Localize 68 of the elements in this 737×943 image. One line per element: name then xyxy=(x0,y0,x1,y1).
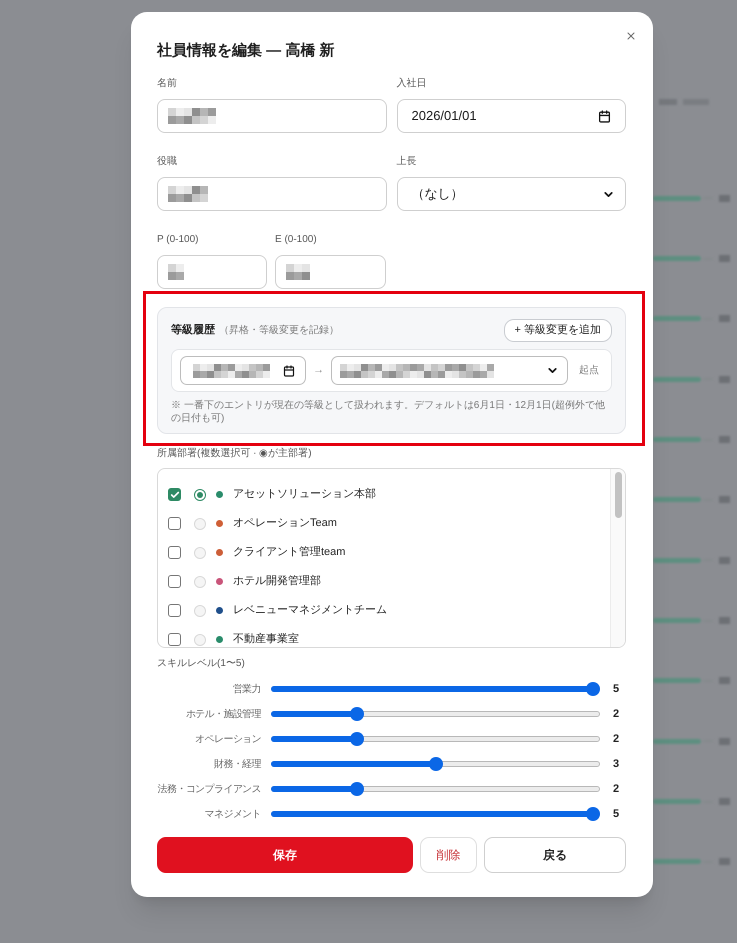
radio-button[interactable] xyxy=(194,488,206,500)
check-icon xyxy=(170,490,180,500)
field-label: 入社日 xyxy=(396,77,428,91)
select-dropdown[interactable] xyxy=(331,356,568,385)
calendar-icon xyxy=(598,110,611,122)
skill-label: 営業力 xyxy=(232,682,261,696)
text-field[interactable] xyxy=(157,255,267,289)
slider-thumb[interactable] xyxy=(350,707,364,721)
skill-slider[interactable] xyxy=(271,757,600,771)
checkbox[interactable] xyxy=(168,488,181,501)
field-label: 役職 xyxy=(157,155,178,169)
text-field[interactable] xyxy=(157,177,386,211)
department-name[interactable]: ホテル開発管理部 xyxy=(233,573,321,590)
field-label: P (0-100) xyxy=(157,233,200,247)
department-name[interactable]: クライアント管理team xyxy=(233,544,346,561)
arrow-separator: → xyxy=(313,363,324,378)
slider-thumb[interactable] xyxy=(350,732,364,746)
slider-thumb[interactable] xyxy=(586,682,600,696)
checkbox[interactable] xyxy=(168,546,181,559)
section-title: 等級履歴 xyxy=(171,322,215,338)
skill-value: 2 xyxy=(612,732,620,747)
text-field[interactable] xyxy=(275,255,386,289)
save-button[interactable]: 保存 xyxy=(157,837,413,873)
skill-label: ホテル・施設管理 xyxy=(184,708,261,722)
field-label: E (0-100) xyxy=(275,233,318,247)
checkbox[interactable] xyxy=(168,604,181,617)
select-dropdown[interactable]: （なし） xyxy=(396,177,626,211)
dialog-title: 社員情報を編集 — 高橋 新 xyxy=(157,42,336,60)
date-field[interactable] xyxy=(180,356,306,385)
slider-thumb[interactable] xyxy=(586,807,600,821)
skill-slider[interactable] xyxy=(271,707,600,721)
skill-slider[interactable] xyxy=(271,732,600,746)
skill-slider[interactable] xyxy=(271,807,600,821)
skill-value: 2 xyxy=(612,706,620,722)
skill-value: 5 xyxy=(612,682,620,697)
skill-label: 法務・コンプライアンス xyxy=(157,782,261,796)
calendar-icon xyxy=(283,364,295,376)
date-field[interactable]: 2026/01/01 xyxy=(396,99,626,133)
section-label: スキルレベル(1〜5) xyxy=(157,657,246,671)
department-name[interactable]: オペレーションTeam xyxy=(233,515,337,532)
delete-button[interactable]: 削除 xyxy=(420,837,477,873)
skill-value: 3 xyxy=(612,756,620,772)
field-label: 上長 xyxy=(396,155,418,169)
note-text: ※ 一番下のエントリが現在の等級として扱われます。デフォルトは6月1日・12月1日(超例外で他の日付も可) xyxy=(171,399,606,425)
entry-tag: 起点 xyxy=(579,363,599,378)
checkbox[interactable] xyxy=(168,575,181,588)
scrollbar-thumb[interactable] xyxy=(614,472,622,518)
skill-label: 財務・経理 xyxy=(212,758,261,772)
department-name[interactable]: レベニューマネジメントチーム xyxy=(233,602,387,619)
section-subtitle: （昇格・等級変更を記録） xyxy=(219,324,339,338)
slider-thumb[interactable] xyxy=(350,782,364,796)
skill-slider[interactable] xyxy=(271,782,600,796)
checkbox[interactable] xyxy=(168,517,181,530)
add-grade-button[interactable]: + 等級変更を追加 xyxy=(504,319,612,342)
skill-value: 2 xyxy=(612,782,620,797)
close-icon xyxy=(625,30,637,42)
skill-slider[interactable] xyxy=(271,682,600,696)
slider-thumb[interactable] xyxy=(428,757,442,771)
department-name[interactable]: 不動産事業室 xyxy=(233,631,299,647)
checkbox[interactable] xyxy=(168,633,181,646)
section-label: 所属部署(複数選択可 · ◉が主部署) xyxy=(157,447,313,461)
text-field[interactable] xyxy=(157,99,386,133)
department-name[interactable]: アセットソリューション本部 xyxy=(233,486,376,503)
back-button[interactable]: 戻る xyxy=(484,837,626,873)
field-label: 名前 xyxy=(157,77,178,91)
skill-value: 5 xyxy=(612,806,620,822)
skill-label: マネジメント xyxy=(204,808,261,822)
skill-label: オペレーション xyxy=(194,732,261,746)
